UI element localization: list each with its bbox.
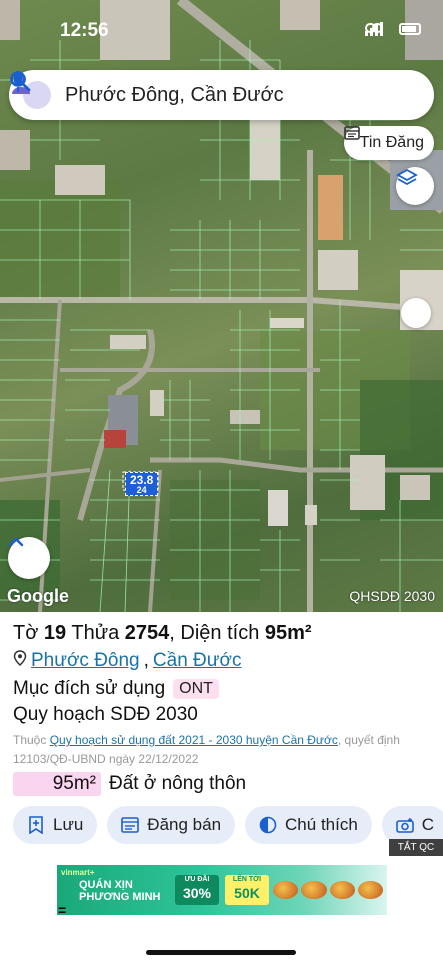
ad-brand: vinmart+ — [61, 868, 95, 877]
ref-suffix: , — [337, 733, 342, 747]
microphone-icon[interactable] — [10, 71, 420, 110]
status-time: 12:56 — [60, 20, 109, 41]
ad-offer-discount-value: 30% — [182, 885, 212, 901]
ad-offer-max: LÊN TỚI 50K — [225, 875, 269, 905]
battery-icon — [399, 23, 421, 35]
ad-banner[interactable]: vinmart+ QUÁN XỊN PHƯƠNG MINH ƯU ĐÃI 30%… — [57, 865, 387, 915]
ad-food-image — [273, 871, 383, 909]
google-attribution: Google — [7, 586, 69, 606]
sheet-number: 19 — [43, 622, 67, 644]
expand-panel-button[interactable] — [8, 537, 50, 579]
plan-reference: Thuộc Quy hoạch sử dụng đất 2021 - 2030 … — [13, 731, 433, 769]
satellite-map[interactable]: 12:56 Phước Đông, Cần Đước Tin Đăng 23.8 — [0, 0, 443, 612]
camera-label: C — [421, 815, 435, 834]
status-icons — [365, 22, 421, 36]
tin-dang-button[interactable]: Tin Đăng — [343, 126, 434, 160]
parcel-title: Tờ 19 Thửa 2754, Diện tích 95m² — [13, 622, 312, 645]
save-label: Lưu — [53, 815, 84, 834]
ad-shop-name: QUÁN XỊN PHƯƠNG MINH — [79, 879, 160, 903]
post-listing-button[interactable]: Đăng bán — [107, 806, 236, 844]
bookmark-plus-icon — [27, 816, 45, 834]
post-listing-label: Đăng bán — [147, 815, 222, 834]
ad-shop-line1: QUÁN XỊN — [79, 879, 133, 891]
camera-icon — [395, 816, 414, 834]
plot-area-label[interactable]: 23.8 24 — [125, 472, 159, 496]
location-row: Phước Đông, Cần Đước — [13, 650, 241, 672]
plot-number: 2754 — [124, 622, 170, 644]
sheet-label: Tờ — [13, 622, 39, 644]
close-ad-button[interactable]: TẮT QC — [389, 839, 443, 856]
ad-offer-max-label: LÊN TỚI — [232, 876, 262, 883]
ward-link[interactable]: Phước Đông — [31, 650, 140, 672]
map-layer-label: QHSDĐ 2030 — [349, 588, 435, 604]
zoning-area-row: 95m² Đất ở nông thôn — [13, 772, 246, 796]
ad-offer-discount: ƯU ĐÃI 30% — [175, 875, 219, 905]
save-button[interactable]: Lưu — [13, 806, 98, 844]
plan-reference-link[interactable]: Quy hoạch sử dụng đất 2021 - 2030 huyện … — [50, 733, 338, 747]
legend-button[interactable]: Chú thích — [245, 806, 372, 844]
legend-label: Chú thích — [285, 815, 358, 834]
action-row: Lưu Đăng bán Chú thích C — [13, 806, 443, 844]
area-value: 95m² — [264, 622, 312, 644]
search-bar[interactable]: Phước Đông, Cần Đước — [9, 70, 434, 120]
parcel-info-panel: Tờ 19 Thửa 2754, Diện tích 95m² Phước Đô… — [0, 612, 443, 960]
half-circle-icon — [259, 816, 277, 834]
listing-icon — [121, 816, 140, 834]
land-use-label: Mục đích sử dụng — [13, 678, 166, 699]
location-pin-icon — [13, 650, 27, 672]
ad-offer-max-value: 50K — [234, 885, 260, 901]
land-use-row: Mục đích sử dụng ONT — [13, 678, 219, 700]
tin-dang-label: Tin Đăng — [359, 134, 424, 151]
ref-prefix: Thuộc — [13, 733, 47, 747]
plot-number-value: 24 — [136, 485, 147, 495]
area-label: , Diện tích — [169, 622, 260, 644]
zoning-area-chip: 95m² — [13, 772, 101, 796]
ad-menu-mark: = — [58, 902, 67, 918]
ad-offer-discount-label: ƯU ĐÃI — [184, 876, 210, 883]
search-input[interactable]: Phước Đông, Cần Đước — [65, 84, 348, 107]
plan-title: Quy hoạch SDĐ 2030 — [13, 704, 198, 725]
home-indicator — [146, 950, 296, 955]
plot-label: Thửa — [71, 622, 120, 644]
search-icon[interactable] — [10, 71, 384, 110]
opacity-slider-handle[interactable] — [401, 298, 431, 328]
location-separator: , — [143, 650, 149, 671]
layers-button[interactable] — [396, 167, 434, 205]
ad-shop-line2: PHƯƠNG MINH — [79, 891, 161, 903]
land-use-code-badge: ONT — [173, 679, 219, 699]
zoning-type-label: Đất ở nông thôn — [109, 773, 247, 794]
district-link[interactable]: Cần Đước — [153, 650, 242, 672]
